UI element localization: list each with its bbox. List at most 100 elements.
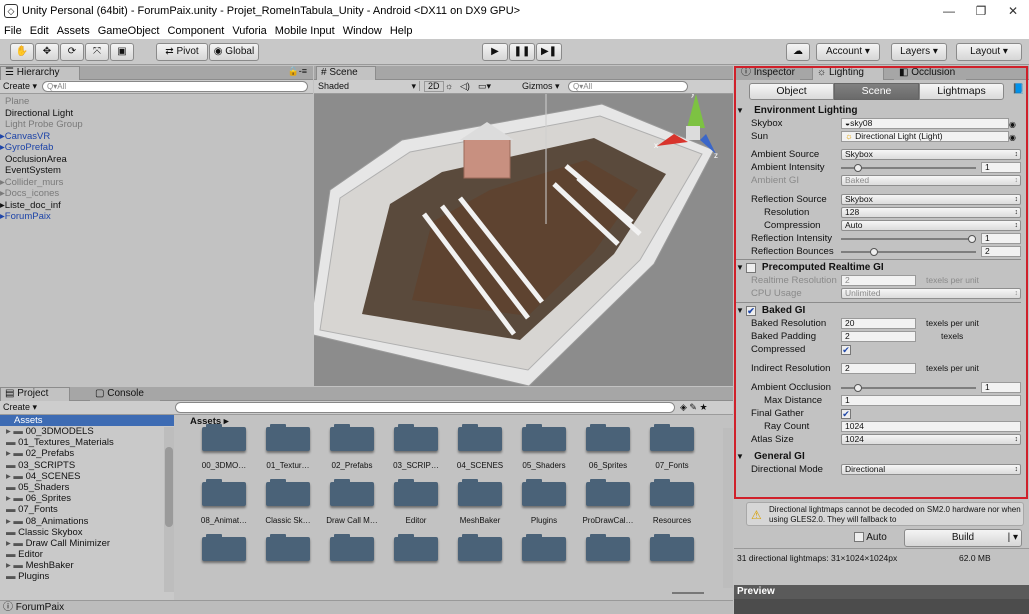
icon-size-slider[interactable]: [672, 592, 704, 594]
asset-folder[interactable]: MeshBaker: [448, 479, 512, 525]
hierarchy-item[interactable]: ▸CanvasVR: [0, 131, 313, 143]
menu-help[interactable]: Help: [390, 25, 413, 37]
preview-bar[interactable]: Preview: [734, 585, 1029, 599]
minimize-button[interactable]: —: [933, 0, 965, 22]
hierarchy-item[interactable]: ▸ForumPaix: [0, 211, 313, 223]
env-lighting-header[interactable]: ▼ Environment Lighting: [736, 104, 1021, 117]
rotate-tool-icon[interactable]: ⟳: [60, 43, 84, 61]
asset-folder[interactable]: [512, 534, 576, 561]
global-toggle[interactable]: ◉ Global: [209, 43, 259, 61]
reflection-bounces-field[interactable]: 2: [981, 246, 1021, 257]
asset-folder[interactable]: 00_3DMO…: [192, 424, 256, 470]
menu-window[interactable]: Window: [343, 25, 382, 37]
play-button[interactable]: ▶: [482, 43, 508, 61]
sun-field[interactable]: ☼ Directional Light (Light): [841, 131, 1009, 142]
tree-folder-item[interactable]: ▸ ▬ 00_3DMODELS: [0, 426, 174, 437]
hierarchy-item[interactable]: ▸GyroPrefab: [0, 142, 313, 154]
tree-folder-item[interactable]: ▸ ▬ Draw Call Minimizer: [0, 538, 174, 549]
hierarchy-item[interactable]: ▸Docs_icones: [0, 188, 313, 200]
gizmos-dropdown[interactable]: Gizmos ▾: [522, 81, 560, 92]
asset-folder[interactable]: Classic Sk…: [256, 479, 320, 525]
general-gi-header[interactable]: ▼ General GI: [736, 450, 1021, 463]
step-button[interactable]: ▶❚: [536, 43, 562, 61]
layout-dropdown[interactable]: Layout ▾: [956, 43, 1022, 61]
auto-toggle[interactable]: Auto: [854, 532, 887, 543]
asset-folder[interactable]: [320, 534, 384, 561]
hierarchy-item[interactable]: Light Probe Group: [0, 119, 313, 131]
tab-hierarchy[interactable]: ☰ Hierarchy: [0, 66, 80, 80]
tree-folder-item[interactable]: ▬ Plugins: [0, 571, 174, 582]
asset-folder[interactable]: 07_Fonts: [640, 424, 704, 470]
tree-root-assets[interactable]: Assets: [0, 415, 174, 426]
hierarchy-item[interactable]: ▸Liste_doc_inf: [0, 200, 313, 212]
precomputed-header[interactable]: ▼ Precomputed Realtime GI: [736, 261, 1021, 274]
hierarchy-item[interactable]: OcclusionArea: [0, 154, 313, 166]
rect-tool-icon[interactable]: ▣: [110, 43, 134, 61]
pivot-toggle[interactable]: ⇄ Pivot: [156, 43, 208, 61]
menu-assets[interactable]: Assets: [57, 25, 90, 37]
directional-mode-dropdown[interactable]: Directional: [841, 464, 1021, 475]
tab-occlusion[interactable]: ◧ Occlusion: [894, 66, 966, 80]
asset-folder[interactable]: 04_SCENES: [448, 424, 512, 470]
asset-folder[interactable]: 06_Sprites: [576, 424, 640, 470]
ambient-intensity-knob[interactable]: [854, 164, 862, 172]
reflection-bounces-knob[interactable]: [870, 248, 878, 256]
baked-padding-field[interactable]: 2: [841, 331, 916, 342]
asset-scrollbar[interactable]: [723, 428, 733, 588]
tree-folder-item[interactable]: ▬ 07_Fonts: [0, 504, 174, 515]
baked-gi-header[interactable]: ▼ ✔ Baked GI: [736, 304, 1021, 317]
subtab-scene[interactable]: Scene: [834, 83, 919, 100]
tree-folder-item[interactable]: ▸ ▬ 08_Animations: [0, 516, 174, 527]
asset-folder[interactable]: 01_Textur…: [256, 424, 320, 470]
tree-folder-item[interactable]: ▬ 03_SCRIPTS: [0, 460, 174, 471]
scene-viewport[interactable]: y x z: [314, 94, 733, 386]
menu-vuforia[interactable]: Vuforia: [232, 25, 266, 37]
hierarchy-item[interactable]: Directional Light: [0, 108, 313, 120]
tree-folder-item[interactable]: ▸ ▬ 06_Sprites: [0, 493, 174, 504]
panel-lock-icon[interactable]: 🔒-≡: [288, 66, 307, 77]
asset-folder[interactable]: [384, 534, 448, 561]
project-create-dropdown[interactable]: Create ▾: [3, 402, 37, 413]
asset-folder[interactable]: Editor: [384, 479, 448, 525]
tree-scrollbar[interactable]: [164, 427, 174, 592]
asset-folder[interactable]: 08_Animat…: [192, 479, 256, 525]
filter-icons[interactable]: ◈ ✎ ★: [680, 402, 708, 413]
asset-folder[interactable]: Resources: [640, 479, 704, 525]
maximize-button[interactable]: ❐: [965, 0, 997, 22]
auto-checkbox[interactable]: [854, 532, 864, 543]
hierarchy-create-dropdown[interactable]: Create ▾: [3, 81, 37, 92]
tab-lighting[interactable]: ☼ Lighting: [812, 66, 884, 80]
max-distance-field[interactable]: 1: [841, 395, 1021, 406]
reflection-intensity-field[interactable]: 1: [981, 233, 1021, 244]
atlas-size-dropdown[interactable]: 1024: [841, 434, 1021, 445]
tree-folder-item[interactable]: ▸ ▬ MeshBaker: [0, 560, 174, 571]
tab-project[interactable]: ▤ Project: [0, 387, 70, 401]
skybox-field[interactable]: ◒sky08: [841, 118, 1009, 129]
audio-toggle-icon[interactable]: ◁): [460, 81, 470, 92]
2d-toggle[interactable]: 2D: [424, 81, 444, 92]
lighting-toggle-icon[interactable]: ☼: [445, 81, 453, 91]
asset-folder[interactable]: 02_Prefabs: [320, 424, 384, 470]
asset-folder[interactable]: 03_SCRIP…: [384, 424, 448, 470]
tree-folder-item[interactable]: ▬ Editor: [0, 549, 174, 560]
scale-tool-icon[interactable]: ⤧: [85, 43, 109, 61]
asset-folder[interactable]: [192, 534, 256, 561]
ambient-intensity-field[interactable]: 1: [981, 162, 1021, 173]
menu-gameobject[interactable]: GameObject: [98, 25, 160, 37]
precomputed-checkbox[interactable]: [746, 263, 756, 273]
hierarchy-item[interactable]: ▸Collider_murs: [0, 177, 313, 189]
menu-file[interactable]: File: [4, 25, 22, 37]
compression-dropdown[interactable]: Auto: [841, 220, 1021, 231]
reflection-bounces-track[interactable]: [841, 251, 976, 253]
hand-tool-icon[interactable]: ✋: [10, 43, 34, 61]
asset-folder[interactable]: [448, 534, 512, 561]
subtab-lightmaps[interactable]: Lightmaps: [919, 83, 1004, 100]
tree-folder-item[interactable]: ▬ Classic Skybox: [0, 527, 174, 538]
layers-dropdown[interactable]: Layers ▾: [891, 43, 947, 61]
ambient-occlusion-knob[interactable]: [854, 384, 862, 392]
tab-inspector[interactable]: ⓘ Inspector: [736, 66, 800, 80]
asset-folder[interactable]: ProDrawCal…: [576, 479, 640, 525]
asset-folder[interactable]: Draw Call M…: [320, 479, 384, 525]
tree-folder-item[interactable]: ▸ ▬ 04_SCENES: [0, 471, 174, 482]
tab-scene[interactable]: # Scene: [316, 66, 376, 80]
